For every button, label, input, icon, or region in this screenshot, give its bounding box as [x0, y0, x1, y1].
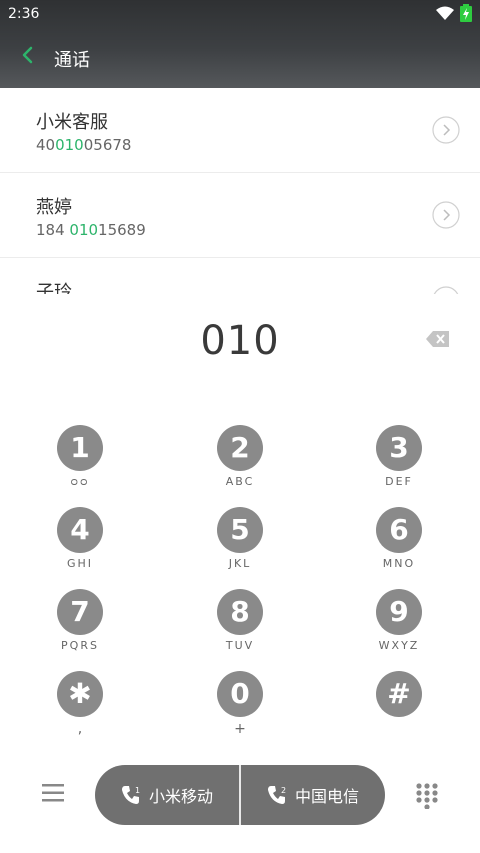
contact-detail-icon[interactable] — [432, 116, 460, 144]
contact-match-list: 小米客服 4001005678 燕婷 184 01015689 子玲 — [0, 88, 480, 294]
contact-row[interactable]: 子玲 — [0, 258, 480, 294]
dial-key-7[interactable]: 7 PQRS — [35, 589, 125, 653]
call-action-bar: 1 小米移动 2 中国电信 — [0, 765, 480, 827]
dial-key-1[interactable]: 1 ᴑᴑ — [35, 425, 125, 489]
sim2-label: 中国电信 — [294, 787, 359, 806]
contact-row[interactable]: 燕婷 184 01015689 — [0, 173, 480, 258]
dial-key-8[interactable]: 8 TUV — [195, 589, 285, 653]
contact-number: 4001005678 — [36, 136, 132, 154]
phone-sim2-icon: 2 — [267, 786, 286, 804]
status-icons — [436, 4, 472, 22]
contact-name: 小米客服 — [36, 112, 108, 133]
phone-sim1-icon: 1 — [121, 786, 140, 804]
dial-key-9[interactable]: 9 WXYZ — [354, 589, 444, 653]
svg-text:2: 2 — [281, 786, 286, 795]
page-title: 通话 — [54, 50, 90, 71]
sim1-label: 小米移动 — [148, 787, 213, 806]
svg-text:1: 1 — [135, 786, 140, 795]
dial-key-2[interactable]: 2 ABC — [195, 425, 285, 489]
back-arrow-icon[interactable] — [18, 44, 38, 66]
dial-key-6[interactable]: 6 MNO — [354, 507, 444, 571]
dial-key-4[interactable]: 4 GHI — [35, 507, 125, 571]
dial-key-5[interactable]: 5 JKL — [195, 507, 285, 571]
call-sim2-button[interactable]: 2 中国电信 — [241, 765, 385, 825]
dialed-number: 010 — [200, 318, 280, 364]
contact-detail-icon[interactable] — [432, 286, 460, 294]
title-bar: 2:36 通话 — [0, 0, 480, 88]
dial-key-hash[interactable]: # — [354, 671, 444, 735]
status-time: 2:36 — [8, 6, 40, 22]
menu-icon[interactable] — [42, 784, 64, 802]
contact-detail-icon[interactable] — [432, 201, 460, 229]
dial-key-3[interactable]: 3 DEF — [354, 425, 444, 489]
contact-name: 子玲 — [36, 282, 72, 294]
call-sim1-button[interactable]: 1 小米移动 — [95, 765, 239, 825]
contact-number: 184 01015689 — [36, 221, 146, 239]
wifi-icon — [436, 6, 454, 20]
dial-key-0[interactable]: 0 + — [195, 671, 285, 737]
contact-row[interactable]: 小米客服 4001005678 — [0, 88, 480, 173]
dial-key-star[interactable]: ✱ , — [35, 671, 125, 737]
backspace-icon[interactable] — [426, 330, 450, 348]
dialpad-toggle-icon[interactable] — [416, 783, 438, 809]
contact-name: 燕婷 — [36, 197, 72, 218]
battery-charging-icon — [460, 4, 472, 22]
voicemail-icon: ᴑᴑ — [70, 475, 90, 488]
sim-call-buttons: 1 小米移动 2 中国电信 — [95, 765, 385, 825]
